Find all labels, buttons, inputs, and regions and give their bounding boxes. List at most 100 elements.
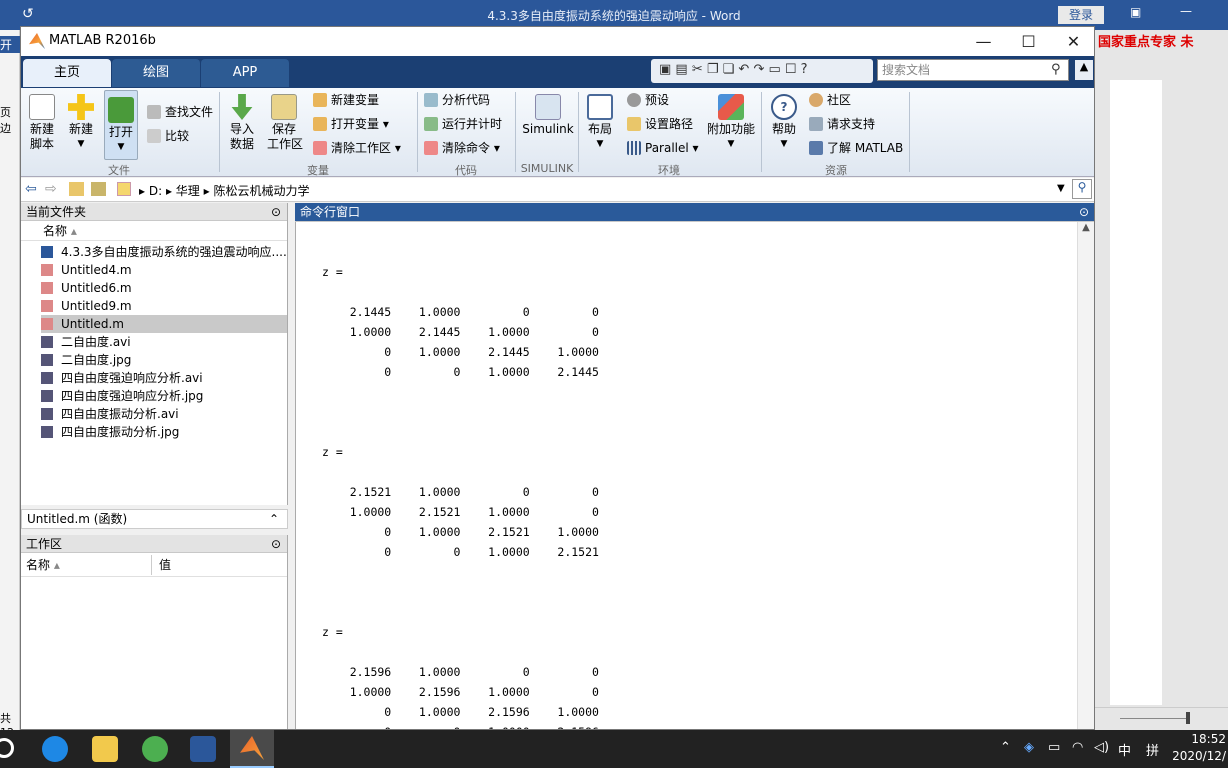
- add-ons-button[interactable]: 附加功能 ▼: [707, 94, 755, 152]
- tab-plots[interactable]: 绘图: [112, 59, 200, 87]
- gear-icon: [627, 93, 641, 107]
- new-script-button[interactable]: 新建 脚本: [26, 94, 58, 152]
- matrix-row: 0 1.0000 2.1521 1.0000: [322, 525, 599, 539]
- workspace-name-column[interactable]: 名称 ▴: [26, 553, 60, 577]
- file-item[interactable]: Untitled6.m: [41, 279, 287, 297]
- clock[interactable]: 18:52 2020/12/: [1168, 731, 1226, 765]
- panel-menu-icon[interactable]: ⊙: [271, 535, 281, 553]
- taskbar: ⌃ ◈ ▭ ◠ ◁) 中 拼 18:52 2020/12/: [0, 730, 1228, 768]
- output-variable: z =: [322, 265, 343, 279]
- help-icon: ?: [771, 94, 797, 120]
- file-icon: [41, 426, 53, 438]
- browser-icon[interactable]: [142, 736, 168, 762]
- community-button[interactable]: 社区: [809, 90, 851, 110]
- matrix-row: 0 0 1.0000 2.1521: [322, 545, 599, 559]
- file-item[interactable]: Untitled9.m: [41, 297, 287, 315]
- learn-matlab-button[interactable]: 了解 MATLAB: [809, 138, 903, 158]
- panel-menu-icon[interactable]: ⊙: [271, 203, 281, 221]
- file-item[interactable]: 四自由度强迫响应分析.avi: [41, 369, 287, 387]
- file-icon: [41, 282, 53, 294]
- help-button[interactable]: ? 帮助 ▼: [769, 94, 799, 152]
- matlab-taskbar-button[interactable]: [230, 730, 274, 768]
- file-icon: [41, 318, 53, 330]
- minimize-button[interactable]: —: [961, 27, 1006, 56]
- file-explorer-icon[interactable]: [92, 736, 118, 762]
- new-button[interactable]: 新建 ▼: [64, 94, 98, 152]
- search-icon[interactable]: [0, 738, 14, 758]
- workspace-header: 工作区 ⊙: [21, 535, 287, 553]
- tab-home[interactable]: 主页: [23, 59, 111, 87]
- search-folder-icon[interactable]: ⚲: [1072, 179, 1092, 199]
- tray-expand-icon[interactable]: ⌃: [1000, 740, 1011, 755]
- file-item[interactable]: 四自由度振动分析.avi: [41, 405, 287, 423]
- analyze-code-button[interactable]: 分析代码: [424, 90, 490, 110]
- zoom-slider-handle[interactable]: [1186, 712, 1190, 724]
- vertical-scrollbar[interactable]: ▲: [1077, 222, 1094, 729]
- file-item[interactable]: 二自由度.avi: [41, 333, 287, 351]
- forward-icon[interactable]: ⇨: [45, 181, 57, 197]
- tab-apps[interactable]: APP: [201, 59, 289, 87]
- word-red-text: 国家重点专家 未: [1098, 35, 1194, 50]
- save-workspace-button[interactable]: 保存 工作区: [267, 94, 303, 152]
- back-icon[interactable]: ⇦: [25, 181, 37, 197]
- panel-menu-icon[interactable]: ⊙: [1079, 203, 1089, 222]
- open-button[interactable]: 打开 ▼: [104, 90, 138, 160]
- close-button[interactable]: ✕: [1051, 27, 1094, 56]
- shield-icon[interactable]: ◈: [1024, 740, 1034, 755]
- ime-mode[interactable]: 拼: [1146, 740, 1159, 759]
- run-and-time-button[interactable]: 运行并计时: [424, 114, 502, 134]
- redo-icon[interactable]: ↺: [22, 6, 34, 22]
- search-icon[interactable]: ⚲: [1051, 62, 1061, 77]
- file-item[interactable]: 二自由度.jpg: [41, 351, 287, 369]
- chevron-up-icon[interactable]: ⌃: [269, 510, 279, 528]
- word-icon[interactable]: [190, 736, 216, 762]
- clear-commands-button[interactable]: 清除命令 ▾: [424, 138, 500, 158]
- search-docs-input[interactable]: 搜索文档: [877, 59, 1069, 81]
- simulink-button[interactable]: Simulink: [521, 94, 575, 137]
- compare-button[interactable]: 比较: [147, 126, 189, 146]
- find-files-button[interactable]: 查找文件: [147, 102, 213, 122]
- path-segment[interactable]: 华理: [176, 184, 200, 198]
- word-file-tab[interactable]: 开: [0, 36, 20, 53]
- new-variable-button[interactable]: 新建变量: [313, 90, 379, 110]
- set-path-button[interactable]: 设置路径: [627, 114, 693, 134]
- battery-icon[interactable]: ▭: [1048, 740, 1060, 755]
- toolbar-icons[interactable]: ▣ ▤ ✂ ❐ ❏ ↶ ↷ ▭ ☐ ?: [659, 62, 808, 77]
- layout-button[interactable]: 布局 ▼: [585, 94, 615, 152]
- scroll-up-icon[interactable]: ▲: [1078, 222, 1094, 233]
- import-data-button[interactable]: 导入 数据: [227, 94, 257, 152]
- ribbon-display-icon[interactable]: ▣: [1130, 5, 1141, 19]
- word-login-button[interactable]: 登录: [1058, 6, 1104, 24]
- file-item[interactable]: Untitled.m: [41, 315, 287, 333]
- parallel-button[interactable]: Parallel ▾: [627, 138, 699, 158]
- clear-workspace-button[interactable]: 清除工作区 ▾: [313, 138, 401, 158]
- command-window[interactable]: z = 2.1445 1.0000 0 0 1.0000 2.1445 1.00…: [295, 222, 1077, 729]
- path-segment[interactable]: D:: [149, 184, 162, 198]
- file-item[interactable]: 四自由度振动分析.jpg: [41, 423, 287, 441]
- word-margins-label[interactable]: 页边: [0, 104, 20, 136]
- collapse-ribbon-icon[interactable]: ▲: [1075, 60, 1093, 80]
- path-segment[interactable]: 陈松云机械动力学: [213, 184, 309, 198]
- file-item[interactable]: 4.3.3多自由度振动系统的强迫震动响应....: [41, 243, 287, 261]
- maximize-button[interactable]: ☐: [1006, 27, 1051, 56]
- file-item[interactable]: 四自由度强迫响应分析.jpg: [41, 387, 287, 405]
- ime-indicator[interactable]: 中: [1118, 740, 1131, 759]
- path-dropdown-icon[interactable]: ▼: [1057, 183, 1065, 194]
- breadcrumb[interactable]: ▸ D: ▸ 华理 ▸ 陈松云机械动力学: [139, 182, 309, 199]
- workspace-value-column[interactable]: 值: [159, 553, 171, 577]
- volume-icon[interactable]: ◁): [1094, 740, 1109, 755]
- request-support-button[interactable]: 请求支持: [809, 114, 875, 134]
- file-details-bar[interactable]: Untitled.m (函数) ⌃: [21, 509, 288, 529]
- wifi-icon[interactable]: ◠: [1072, 740, 1083, 755]
- browse-folder-icon[interactable]: [91, 182, 106, 196]
- group-code-label: 代码: [455, 164, 477, 177]
- minimize-icon[interactable]: —: [1180, 4, 1192, 18]
- preferences-button[interactable]: 预设: [627, 90, 669, 110]
- file-item[interactable]: Untitled4.m: [41, 261, 287, 279]
- output-variable: z =: [322, 445, 343, 459]
- open-variable-button[interactable]: 打开变量 ▾: [313, 114, 389, 134]
- name-column-header[interactable]: 名称 ▴: [21, 221, 287, 241]
- ie-icon[interactable]: [42, 736, 68, 762]
- up-folder-icon[interactable]: [69, 182, 84, 196]
- window-title: MATLAB R2016b: [49, 33, 156, 48]
